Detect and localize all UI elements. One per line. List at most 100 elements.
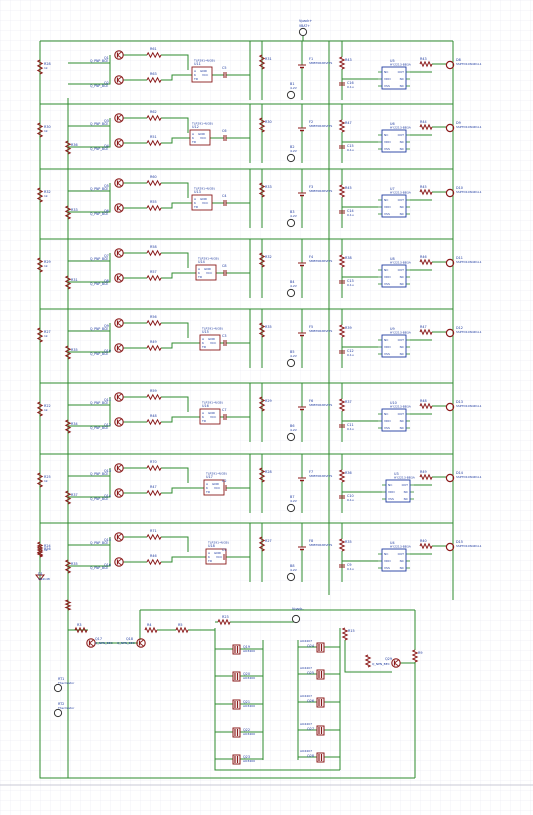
protection-ic-pin-label: NC [400,84,404,88]
transistor-ref-label: Q16 [104,563,111,567]
optocoupler-pin-label: VCC [202,201,208,205]
cell-tap-test-point [286,90,296,100]
bottom-resistor-label: R4 [147,623,152,627]
protection-ic-pin-label: VSS [388,497,394,501]
gate-resistor-label: R45 [420,185,427,189]
protection-ic-pin-label: VDD [384,345,391,349]
thermistor-part: Thermistor [57,706,75,710]
pullup-resistor-label: R35 [265,325,272,329]
protection-ic-pin-label: NC [384,198,388,202]
output-mosfet-part: SSPTD10N4D1L1 [456,544,482,548]
protection-ic-pin-label: NC [400,140,404,144]
cell-tap-sub-label: 4.2V [290,284,298,288]
bottom-right-resistor-label: R15 [348,629,355,633]
protection-ic-pin-label: VSS [384,566,390,570]
gate-resistor-label: R46 [420,255,427,259]
protection-ic-pin-label: VDD [388,490,395,494]
sense-capacitor-value: 0.1u [347,498,354,502]
series-resistor-label: R60 [150,175,157,179]
optocoupler-pin-label: TD [193,205,199,209]
optocoupler-part: TLP291-4(GB) [205,472,227,476]
filter-capacitor-label: C6 [222,129,227,133]
gate-resistor-label: R44 [420,120,427,124]
protection-ic-pin-label: NC [384,412,388,416]
protection-ic-part: HY2213-BB3A [390,63,412,67]
schematic-canvas: Vpack+VBAT+R281kQ_PNP_BCEQ1Q_PNP_BCEQ2R6… [0,0,533,815]
sense-resistor-label: R47 [345,121,352,125]
protection-ic-pin-label: NC [400,426,404,430]
pack-plus-port [298,27,308,37]
cell-tap-test-point [286,572,296,582]
protection-ic-part: HY2213-BB3A [390,261,412,265]
optocoupler-pin-label: VCC [206,271,212,275]
transistor-ref-label: Q12 [104,423,111,427]
transistor-ref-label: Q15 [104,538,111,542]
pack-minus-label: Vpack- [292,607,304,611]
protection-ic-pin-label: OUT [398,338,405,342]
power-mosfet-part: AO4407 [300,749,312,753]
cell-tap-test-point [286,288,296,298]
protection-ic-pin-label: OUT [398,70,405,74]
pullup-resistor-label: R33 [265,185,272,189]
protection-ic-pin-label: VDD [384,140,391,144]
protection-ic-pin-label: NC [400,345,404,349]
filter-capacitor-label: C3 [222,334,227,338]
protection-ic-pin-label: NC [384,133,388,137]
protection-ic-pin-label: OUT [398,412,405,416]
protection-ic-pin-label: OUT [398,198,405,202]
fuse-part-label: SMBT0RXRVIVS [309,124,332,128]
series-resistor-label: R58 [150,245,157,249]
fuse-part-label: SMBT0RXRVIVS [309,189,332,193]
top-bottom-resistor-label: R23 [222,615,229,619]
series-resistor-label: R55 [150,200,157,204]
sense-capacitor-value: 0.1u [347,283,354,287]
pullup-resistor-label: R30 [265,120,272,124]
transistor-ref-label: Q4 [104,144,109,148]
transistor-ref-label: Q9 [104,324,109,328]
protection-ic-part: HY2213-BB3A [390,191,412,195]
protection-ic-pin-label: NC [384,338,388,342]
power-mosfet-label: Q26 [307,699,314,703]
protection-ic-pin-label: VSS [384,84,390,88]
series-resistor-label: R59 [150,389,157,393]
cell-tap-test-point [286,218,296,228]
optocoupler-pin-label: VCC [210,341,216,345]
optocoupler-part: TLP291-4(GB) [193,59,215,63]
fuse-part-label: SMBT0RXRVIVS [309,403,332,407]
optocoupler-pin-label: TD [191,140,197,144]
sense-capacitor-value: 0.1u [347,148,354,152]
protection-ic-part: HY2213-BB3A [394,476,416,480]
optocoupler-part: TLP291-4(GB) [201,327,223,331]
protection-ic-pin-label: NC [404,497,408,501]
protection-ic-pin-label: VSS [384,426,390,430]
mid-divider-resistor-label: R36 [71,143,78,147]
mid-divider-resistor-label: R35 [71,562,78,566]
filter-capacitor-label: C7 [222,408,227,412]
sense-resistor-label: R39 [345,326,352,330]
transistor-ref-label: Q8 [104,279,109,283]
transistor-ref-label: Q3 [104,119,109,123]
transistor-ref-label: Q7 [104,254,109,258]
gate-resistor-label: R47 [420,325,427,329]
pack-plus-sub-label: VBAT+ [299,24,310,28]
protection-ic-pin-label: NC [400,275,404,279]
protection-ic-pin-label: VDD [384,205,391,209]
output-mosfet-part: SSPTD10N4D1L1 [456,330,482,334]
optocoupler-pin-label: TD [193,77,199,81]
series-resistor-label: R56 [150,315,157,319]
mid-divider-resistor-label: R35 [71,348,78,352]
optocoupler-part: TLP291-4(GB) [191,122,213,126]
protection-ic-pin-label: NC [400,566,404,570]
protection-ic-pin-label: VSS [384,147,390,151]
protection-ic-pin-label: NC [384,268,388,272]
series-resistor-label: R48 [150,414,157,418]
thermistor-test-point [53,683,63,693]
thermistor-test-point [53,708,63,718]
protection-ic-pin-label: NC [384,70,388,74]
optocoupler-label: U12 [192,125,199,129]
power-mosfet-label: Q27 [307,727,314,731]
sense-resistor-label: R38 [345,256,352,260]
optocoupler-pin-label: VCC [202,73,208,77]
protection-ic-pin-label: OUT [398,552,405,556]
output-npn-label: Q29 [385,657,392,661]
